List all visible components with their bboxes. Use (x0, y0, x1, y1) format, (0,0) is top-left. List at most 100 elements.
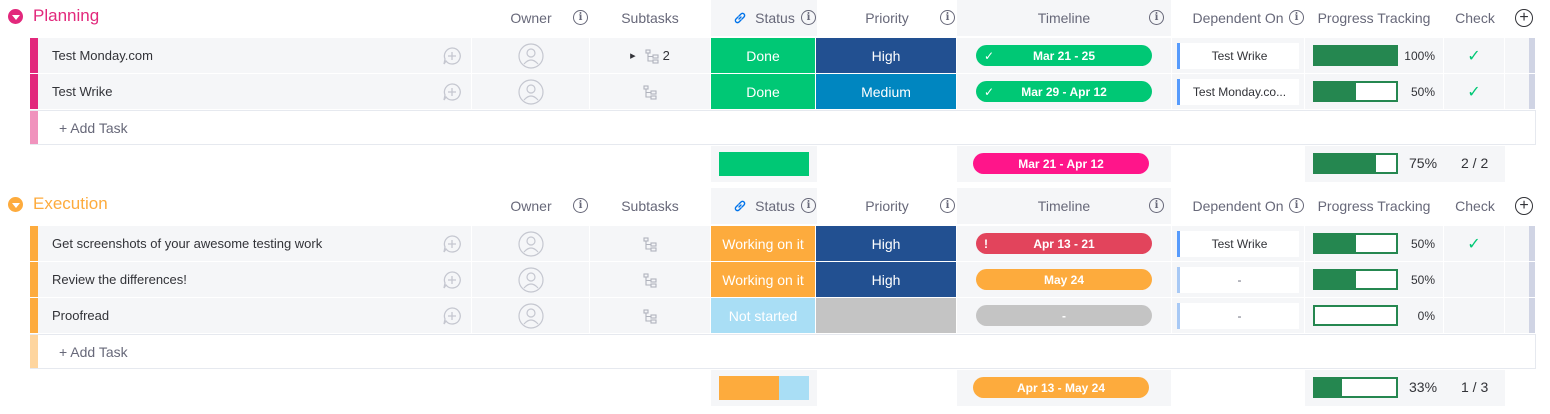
subtasks-cell[interactable] (590, 74, 710, 109)
status-summary-bar[interactable] (719, 376, 809, 400)
checkbox-cell[interactable] (1444, 262, 1504, 297)
column-header-timeline[interactable]: Timeline (957, 188, 1171, 224)
timeline-pill[interactable]: ✓ Mar 21 - 25 (976, 45, 1152, 66)
checkbox-cell[interactable]: ✓ (1444, 38, 1504, 73)
avatar[interactable] (517, 230, 544, 257)
checkbox-cell[interactable] (1444, 298, 1504, 333)
info-icon[interactable]: i (573, 198, 588, 213)
avatar[interactable] (517, 42, 544, 69)
info-icon[interactable]: i (940, 198, 955, 213)
timeline-cell[interactable]: ✓ Mar 21 - 25 (957, 38, 1171, 73)
info-icon[interactable]: i (1289, 198, 1304, 213)
table-row[interactable]: Get screenshots of your awesome testing … (30, 226, 1536, 261)
info-icon[interactable]: i (801, 10, 816, 25)
column-header-check[interactable]: Check (1444, 188, 1506, 224)
subtasks-cell[interactable] (590, 262, 710, 297)
priority-label[interactable]: High (816, 226, 956, 261)
column-header-priority[interactable]: Priority (817, 188, 957, 224)
add-task-row[interactable]: + Add Task (30, 334, 1536, 369)
dependency-link[interactable]: Test Wrike (1177, 230, 1299, 257)
table-row[interactable]: Review the differences! Working on it High… (30, 262, 1536, 297)
timeline-cell[interactable]: ✓ Mar 29 - Apr 12 (957, 74, 1171, 109)
add-task-button[interactable]: + Add Task (59, 111, 128, 146)
item-name[interactable]: Proofread (38, 298, 471, 333)
add-update-icon[interactable] (433, 262, 471, 297)
status-label[interactable]: Not started (711, 298, 815, 333)
item-name[interactable]: Review the differences! (38, 262, 471, 297)
item-name[interactable]: Test Wrike (38, 74, 471, 109)
status-label[interactable]: Working on it (711, 262, 815, 297)
dependency-link[interactable]: - (1177, 266, 1299, 293)
timeline-pill[interactable]: ✓ Mar 29 - Apr 12 (976, 81, 1152, 102)
column-header-progress[interactable]: Progress Tracking (1305, 188, 1443, 224)
info-icon[interactable]: i (573, 10, 588, 25)
timeline-summary-pill[interactable]: Mar 21 - Apr 12 (973, 153, 1149, 174)
info-icon[interactable]: i (940, 10, 955, 25)
status-label[interactable]: Working on it (711, 226, 815, 261)
add-column-icon[interactable]: + (1515, 9, 1533, 27)
info-icon[interactable]: i (1149, 10, 1164, 25)
add-task-button[interactable]: + Add Task (59, 335, 128, 370)
chevron-down-icon[interactable] (8, 8, 23, 24)
subtasks-cell[interactable]: ▸ 2 (590, 38, 710, 73)
info-icon[interactable]: i (1289, 10, 1304, 25)
dependency-link[interactable]: - (1177, 302, 1299, 329)
subtasks-cell[interactable] (590, 226, 710, 261)
priority-label[interactable]: High (816, 38, 956, 73)
column-header-dependent[interactable]: Dependent On (1172, 0, 1304, 36)
chevron-down-icon[interactable] (8, 196, 23, 212)
priority-label[interactable]: Medium (816, 74, 956, 109)
status-label[interactable]: Done (711, 38, 815, 73)
column-header-progress[interactable]: Progress Tracking (1305, 0, 1443, 36)
dependent-cell[interactable]: Test Monday.co... (1172, 74, 1304, 109)
group-title-1[interactable]: Execution (8, 194, 108, 214)
dependency-link[interactable]: Test Monday.co... (1177, 78, 1299, 105)
owner-cell[interactable] (472, 226, 589, 261)
timeline-pill[interactable]: - (976, 305, 1152, 326)
status-summary-bar[interactable] (719, 152, 809, 176)
subtasks-cell[interactable] (590, 298, 710, 333)
item-name[interactable]: Test Monday.com (38, 38, 471, 73)
table-row[interactable]: Test Wrike Done Medium ✓ Mar 29 - Apr 12 Test… (30, 74, 1536, 109)
item-name[interactable]: Get screenshots of your awesome testing … (38, 226, 471, 261)
column-header-subtasks[interactable]: Subtasks (590, 0, 710, 36)
info-icon[interactable]: i (1149, 198, 1164, 213)
status-label[interactable]: Done (711, 74, 815, 109)
owner-cell[interactable] (472, 38, 589, 73)
timeline-pill[interactable]: ! Apr 13 - 21 (976, 233, 1152, 254)
add-update-icon[interactable] (433, 74, 471, 109)
avatar[interactable] (517, 302, 544, 329)
timeline-cell[interactable]: - (957, 298, 1171, 333)
owner-cell[interactable] (472, 74, 589, 109)
dependent-cell[interactable]: Test Wrike (1172, 226, 1304, 261)
column-header-priority[interactable]: Priority (817, 0, 957, 36)
table-row[interactable]: Proofread Not started - - 0% (30, 298, 1536, 333)
dependency-link[interactable]: Test Wrike (1177, 42, 1299, 69)
group-title-0[interactable]: Planning (8, 6, 99, 26)
add-column-icon[interactable]: + (1515, 197, 1533, 215)
dependent-cell[interactable]: - (1172, 262, 1304, 297)
avatar[interactable] (517, 78, 544, 105)
timeline-cell[interactable]: May 24 (957, 262, 1171, 297)
column-header-check[interactable]: Check (1444, 0, 1506, 36)
column-header-timeline[interactable]: Timeline (957, 0, 1171, 36)
owner-cell[interactable] (472, 262, 589, 297)
timeline-pill[interactable]: May 24 (976, 269, 1152, 290)
timeline-cell[interactable]: ! Apr 13 - 21 (957, 226, 1171, 261)
column-header-subtasks[interactable]: Subtasks (590, 188, 710, 224)
timeline-summary-pill[interactable]: Apr 13 - May 24 (973, 377, 1149, 398)
avatar[interactable] (517, 266, 544, 293)
owner-cell[interactable] (472, 298, 589, 333)
column-header-dependent[interactable]: Dependent On (1172, 188, 1304, 224)
add-update-icon[interactable] (433, 38, 471, 73)
checkbox-cell[interactable]: ✓ (1444, 74, 1504, 109)
dependent-cell[interactable]: Test Wrike (1172, 38, 1304, 73)
add-update-icon[interactable] (433, 298, 471, 333)
dependent-cell[interactable]: - (1172, 298, 1304, 333)
info-icon[interactable]: i (801, 198, 816, 213)
caret-right-icon[interactable]: ▸ (630, 49, 636, 62)
checkbox-cell[interactable]: ✓ (1444, 226, 1504, 261)
priority-label[interactable] (816, 298, 956, 333)
table-row[interactable]: Test Monday.com ▸ 2 Done High ✓ Mar 21 - 25 Tes… (30, 38, 1536, 73)
add-task-row[interactable]: + Add Task (30, 110, 1536, 145)
